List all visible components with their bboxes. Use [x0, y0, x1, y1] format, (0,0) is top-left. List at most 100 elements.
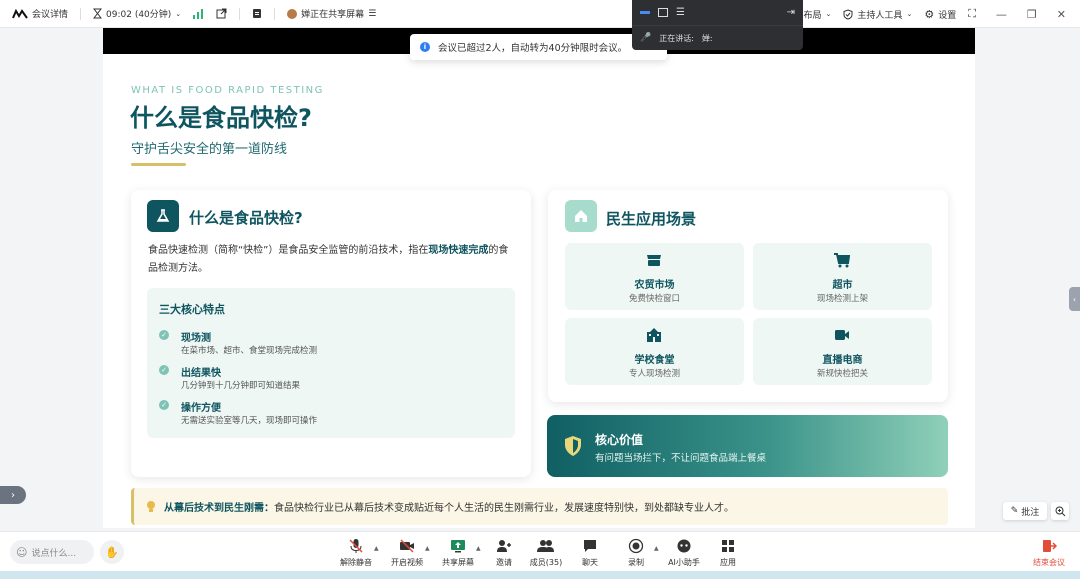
fullscreen-icon[interactable]: ⛶ [968, 7, 976, 21]
exit-icon [1043, 540, 1057, 552]
signal-indicator[interactable] [193, 8, 204, 19]
chat-button[interactable]: 聊天 [568, 537, 612, 568]
share-screen-button[interactable]: 共享屏幕 [436, 537, 480, 568]
toast-message: 会议已超过2人，自动转为40分钟限时会议。 [438, 43, 628, 54]
microphone-muted-icon [349, 539, 363, 553]
store-icon [647, 255, 661, 266]
close-icon[interactable]: ✕ [1057, 8, 1066, 21]
bottom-toolbar: ☺ 说点什么... ✋ 解除静音 ▲ 开启视频 ▲ 共享屏幕 ▲ 邀请 成员(3… [0, 531, 1080, 571]
chat-placeholder: 说点什么... [31, 548, 77, 559]
chevron-right-icon: › [11, 489, 15, 501]
meeting-timer[interactable]: 09:02 (40分钟) ⌄ [93, 7, 181, 20]
host-tools-button[interactable]: 主持人工具 ⌄ [843, 8, 912, 21]
shopping-cart-icon [834, 253, 851, 268]
lightbulb-icon [147, 501, 155, 512]
share-screen-icon [451, 540, 465, 553]
speaker-panel-toolbar: ☰ ⇥ [632, 0, 803, 26]
minimize-icon[interactable]: — [996, 8, 1007, 21]
minimize-bar-icon[interactable] [640, 11, 650, 14]
collapse-panel-icon[interactable]: ⇥ [787, 7, 795, 18]
chevron-up-icon[interactable]: ▲ [654, 545, 659, 552]
chat-label: 聊天 [582, 558, 598, 567]
current-speaker: 🎤 正在讲话: 婵: [632, 26, 803, 50]
scene-title: 直播电商 [822, 355, 863, 366]
record-icon [628, 538, 644, 554]
ai-assistant-icon [677, 539, 691, 553]
feature-desc: 在菜市场、超市、食堂现场完成检测 [181, 346, 318, 356]
ai-assistant-label: AI小助手 [668, 558, 700, 567]
slide-title: 什么是食品快检? [130, 104, 312, 132]
screen-share-status[interactable]: 婵正在共享屏幕 ☰ [287, 7, 376, 20]
video-camera-icon [835, 330, 849, 340]
definition-part1: 食品快速检测（简称“快检”）是食品安全监管的前沿技术，指在 [148, 245, 429, 256]
feature-title: 操作方便 [181, 403, 221, 414]
popout-button[interactable] [216, 8, 227, 19]
record-button[interactable]: 录制 [614, 537, 658, 568]
definition-card-title: 什么是食品快检? [189, 209, 303, 227]
scenarios-card-title: 民生应用场景 [606, 210, 697, 228]
feature-desc: 几分钟到十几分钟即可知道结果 [181, 381, 301, 391]
insight-text: 从幕后技术到民生刚需：食品快检行业已从幕后技术变成贴近每个人生活的民生刚需行业，… [164, 499, 734, 514]
external-link-icon [216, 8, 227, 19]
insight-bold: 从幕后技术到民生刚需： [164, 503, 274, 514]
check-circle-icon: ✓ [159, 365, 169, 375]
zoom-in-button[interactable] [1051, 502, 1069, 520]
timer-label: 09:02 (40分钟) [106, 10, 172, 20]
core-value-desc: 有问题当场拦下，不让问题食品端上餐桌 [595, 453, 767, 464]
user-avatar-icon [287, 8, 298, 19]
notes-button[interactable] [252, 8, 262, 19]
invite-button[interactable]: 邀请 [482, 537, 526, 568]
meeting-details-button[interactable]: 会议详情 [12, 7, 68, 20]
restore-icon[interactable]: ❐ [1027, 8, 1037, 21]
apps-grid-icon [722, 540, 734, 552]
slide-subtitle: 守护舌尖安全的第一道防线 [131, 142, 288, 157]
divider [80, 7, 82, 20]
annotate-button[interactable]: ✎ 批注 [1003, 502, 1047, 520]
scene-tile: 学校食堂 专人现场检测 [565, 318, 744, 385]
scene-desc: 新规快检把关 [816, 369, 868, 379]
feature-desc: 无需送实验室等几天，现场即可操作 [181, 416, 318, 426]
menu-icon: ☰ [368, 8, 377, 19]
core-value-card: 核心价值 有问题当场拦下，不让问题食品端上餐桌 [547, 415, 948, 477]
members-button[interactable]: 成员(35) [524, 537, 568, 568]
video-off-icon [400, 539, 414, 553]
scene-title: 农贸市场 [634, 280, 675, 291]
settings-button[interactable]: ⚙ 设置 [924, 8, 956, 21]
window-icon[interactable] [658, 8, 668, 17]
expand-right-handle[interactable]: ‹ [1069, 287, 1080, 311]
list-view-icon[interactable]: ☰ [676, 7, 685, 18]
feature-title: 现场测 [181, 333, 211, 344]
apps-button[interactable]: 应用 [706, 537, 750, 568]
meeting-details-label: 会议详情 [32, 10, 69, 20]
start-video-label: 开启视频 [391, 558, 423, 567]
chat-bubble-icon [584, 540, 596, 552]
scene-title: 学校食堂 [634, 355, 675, 366]
insight-body: 食品快检行业已从幕后技术变成贴近每个人生活的民生刚需行业，发展速度特别快，到处都… [274, 503, 734, 514]
end-meeting-button[interactable]: 结束会议 [1024, 537, 1074, 568]
chevron-down-icon: ⌄ [175, 9, 182, 18]
unmute-button[interactable]: 解除静音 [334, 537, 378, 568]
start-video-button[interactable]: 开启视频 [385, 537, 429, 568]
smile-icon: ☺ [16, 545, 28, 559]
unmute-label: 解除静音 [340, 558, 372, 567]
slide-eyebrow: WHAT IS FOOD RAPID TESTING [131, 85, 324, 96]
hourglass-icon [93, 8, 103, 19]
divider [274, 7, 276, 20]
add-user-icon [497, 540, 511, 552]
chevron-up-icon[interactable]: ▲ [476, 545, 481, 552]
top-bar: 会议详情 09:02 (40分钟) ⌄ 婵正在共享屏幕 ☰ 演讲者布局 ⌄ 主持… [0, 0, 1080, 28]
quick-chat-input[interactable]: ☺ 说点什么... [10, 540, 94, 564]
annotate-label: 批注 [1021, 507, 1040, 518]
chevron-down-icon: ⌄ [825, 10, 832, 18]
hand-icon: ✋ [105, 545, 119, 559]
chevron-up-icon[interactable]: ▲ [425, 545, 430, 552]
insight-banner: 从幕后技术到民生刚需：食品快检行业已从幕后技术变成贴近每个人生活的民生刚需行业，… [131, 488, 948, 525]
ai-assistant-button[interactable]: AI小助手 [662, 537, 706, 568]
chevron-up-icon[interactable]: ▲ [374, 545, 379, 552]
definition-highlight: 现场快速完成 [428, 245, 489, 256]
app-logo-icon [12, 8, 28, 19]
title-underline [131, 163, 186, 166]
gear-icon: ⚙ [924, 7, 935, 21]
raise-hand-button[interactable]: ✋ [100, 540, 124, 564]
expand-left-handle[interactable]: › [0, 486, 26, 504]
